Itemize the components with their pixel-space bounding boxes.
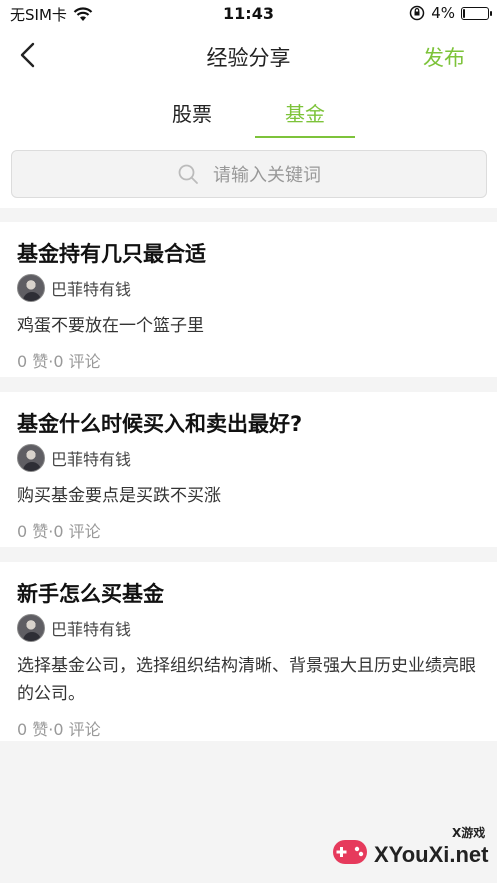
gamepad-logo-icon	[333, 840, 367, 864]
search-icon	[178, 164, 198, 184]
post-title[interactable]: 新手怎么买基金	[17, 578, 480, 608]
avatar[interactable]	[17, 614, 45, 642]
post-card[interactable]: 基金什么时候买入和卖出最好? 巴菲特有钱 购买基金要点是买跌不买涨 0 赞·0 …	[0, 392, 497, 547]
nav-bar: 经验分享 发布	[0, 28, 497, 84]
tab-stocks[interactable]: 股票	[152, 98, 232, 127]
post-stats: 0 赞·0 评论	[17, 352, 101, 371]
active-tab-indicator	[255, 136, 355, 138]
orientation-lock-icon	[409, 5, 425, 21]
watermark-small: X游戏	[452, 826, 486, 840]
post-stats: 0 赞·0 评论	[17, 720, 101, 739]
watermark-text: XYouXi.net	[374, 842, 489, 867]
post-author: 巴菲特有钱	[17, 614, 480, 642]
post-card[interactable]: 基金持有几只最合适 巴菲特有钱 鸡蛋不要放在一个篮子里 0 赞·0 评论	[0, 222, 497, 377]
author-name[interactable]: 巴菲特有钱	[51, 446, 131, 470]
site-watermark: X游戏 XYouXi.net	[330, 820, 490, 876]
battery-level	[463, 8, 465, 18]
avatar[interactable]	[17, 444, 45, 472]
author-name[interactable]: 巴菲特有钱	[51, 276, 131, 300]
post-author: 巴菲特有钱	[17, 444, 480, 472]
search-placeholder: 请输入关键词	[213, 165, 321, 186]
author-name[interactable]: 巴菲特有钱	[51, 616, 131, 640]
post-stats: 0 赞·0 评论	[17, 522, 101, 541]
search-section: 请输入关键词	[0, 140, 497, 208]
search-input[interactable]: 请输入关键词	[11, 150, 487, 198]
status-right: 4%	[409, 4, 492, 22]
post-title[interactable]: 基金什么时候买入和卖出最好?	[17, 408, 480, 438]
post-summary: 选择基金公司，选择组织结构清晰、背景强大且历史业绩亮眼的公司。	[17, 656, 476, 704]
category-tabs: 股票 基金	[0, 84, 497, 140]
post-summary: 购买基金要点是买跌不买涨	[17, 486, 221, 506]
battery-percent: 4%	[431, 4, 455, 22]
battery-icon	[461, 6, 492, 20]
post-author: 巴菲特有钱	[17, 274, 480, 302]
post-card[interactable]: 新手怎么买基金 巴菲特有钱 选择基金公司，选择组织结构清晰、背景强大且历史业绩亮…	[0, 562, 497, 741]
post-title[interactable]: 基金持有几只最合适	[17, 238, 480, 268]
avatar[interactable]	[17, 274, 45, 302]
publish-button[interactable]: 发布	[423, 42, 465, 72]
status-bar: 无SIM卡 11:43 4%	[0, 0, 497, 28]
tab-funds[interactable]: 基金	[255, 98, 355, 127]
post-summary: 鸡蛋不要放在一个篮子里	[17, 316, 204, 336]
